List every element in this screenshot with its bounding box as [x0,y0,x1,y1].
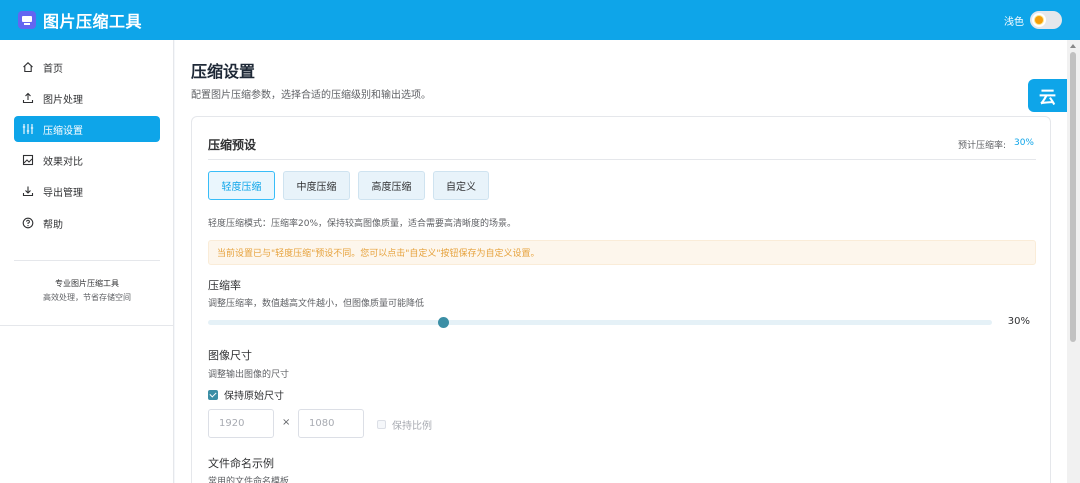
sliders-icon [22,124,34,134]
theme-knob [1032,13,1046,27]
sidebar-item-label: 导出管理 [43,187,83,199]
preset-medium-button[interactable]: 中度压缩 [283,171,350,200]
page-title: 压缩设置 [191,62,256,81]
compression-rate-help: 调整压缩率，数值越高文件越小，但图像质量可能降低 [208,299,425,309]
sidebar-footer-title: 专业图片压缩工具 [55,279,119,288]
slider-thumb[interactable] [438,317,450,328]
sidebar: 首页 图片处理 压缩设置 效果对比 导出管理 帮助 专业图片压缩工具 高效处理，… [0,40,174,326]
sidebar-item-label: 图片处理 [43,94,83,106]
page-subtitle: 配置图片压缩参数，选择合适的压缩级别和输出选项。 [191,90,431,101]
header-actions: 浅色 [1004,11,1062,29]
warning-text: 当前设置已与"轻度压缩"预设不同。您可以点击"自定义"按钮保存为自定义设置。 [217,249,540,259]
preset-description: 轻度压缩模式：压缩率20%，保持较高图像质量，适合需要高清晰度的场景。 [208,219,517,229]
preset-high-button[interactable]: 高度压缩 [358,171,425,200]
keep-original-label: 保持原始尺寸 [224,391,284,402]
keep-ratio-checkbox[interactable] [377,420,386,429]
sidebar-divider [14,260,160,261]
theme-label: 浅色 [1004,16,1024,28]
preset-light-button[interactable]: 轻度压缩 [208,171,275,200]
sidebar-item-export[interactable]: 导出管理 [14,178,160,204]
theme-toggle[interactable] [1030,11,1062,29]
compression-rate-value: 30% [1007,316,1030,327]
upload-icon [22,92,34,104]
estimate-label: 预计压缩率: [957,141,1006,151]
help-icon [22,217,34,229]
main-scrollbar[interactable] [1067,40,1080,483]
compression-preset-card: 压缩预设 预计压缩率: 30% 轻度压缩 中度压缩 高度压缩 自定义 轻度压缩模… [191,116,1051,483]
app-logo-icon [18,11,36,29]
height-input[interactable]: 1080 [298,409,364,438]
preset-custom-button[interactable]: 自定义 [433,171,489,200]
sidebar-item-label: 效果对比 [43,156,83,168]
estimate-value: 30% [1013,138,1034,148]
file-naming-label: 文件命名示例 [208,457,274,470]
sidebar-item-label: 帮助 [43,219,63,231]
file-naming-help: 常用的文件命名模板 [208,477,290,483]
preset-warning: 当前设置已与"轻度压缩"预设不同。您可以点击"自定义"按钮保存为自定义设置。 [208,240,1036,265]
card-divider [208,159,1036,160]
compression-rate-slider[interactable] [208,317,992,328]
scroll-thumb[interactable] [1070,52,1076,342]
main-content: 压缩设置 配置图片压缩参数，选择合适的压缩级别和输出选项。 压缩预设 预计压缩率… [175,40,1067,483]
download-icon [22,186,34,197]
sidebar-blank-area [0,326,174,483]
app-title: 图片压缩工具 [43,12,143,31]
scroll-up-arrow-icon[interactable] [1070,44,1076,48]
keep-original-size-option[interactable]: 保持原始尺寸 [208,387,284,402]
cloud-icon: 云 [1039,88,1056,108]
home-icon [23,62,33,73]
sidebar-footer-subtitle: 高效处理，节省存储空间 [43,293,131,302]
app-header: 图片压缩工具 浅色 [0,0,1080,40]
keep-ratio-label: 保持比例 [392,421,432,432]
image-size-help: 调整输出图像的尺寸 [208,370,290,380]
image-size-label: 图像尺寸 [208,349,252,362]
sidebar-item-label: 压缩设置 [43,125,83,137]
width-input[interactable]: 1920 [208,409,274,438]
floating-cloud-button[interactable]: 云 [1028,79,1067,112]
height-placeholder: 1080 [309,418,335,429]
keep-original-checkbox[interactable] [208,389,218,400]
card-title: 压缩预设 [208,138,257,152]
sidebar-item-image-process[interactable]: 图片处理 [14,85,160,111]
sun-icon [1035,16,1043,24]
sidebar-item-label: 首页 [43,63,63,75]
keep-ratio-option[interactable]: 保持比例 [377,417,432,432]
compression-rate-label: 压缩率 [208,279,241,292]
width-placeholder: 1920 [219,418,245,429]
sidebar-item-compress-settings[interactable]: 压缩设置 [14,116,160,142]
times-separator: × [282,417,291,428]
image-compare-icon [22,154,34,166]
sidebar-item-home[interactable]: 首页 [14,54,160,80]
sidebar-item-compare[interactable]: 效果对比 [14,147,160,173]
sidebar-item-help[interactable]: 帮助 [14,210,160,236]
